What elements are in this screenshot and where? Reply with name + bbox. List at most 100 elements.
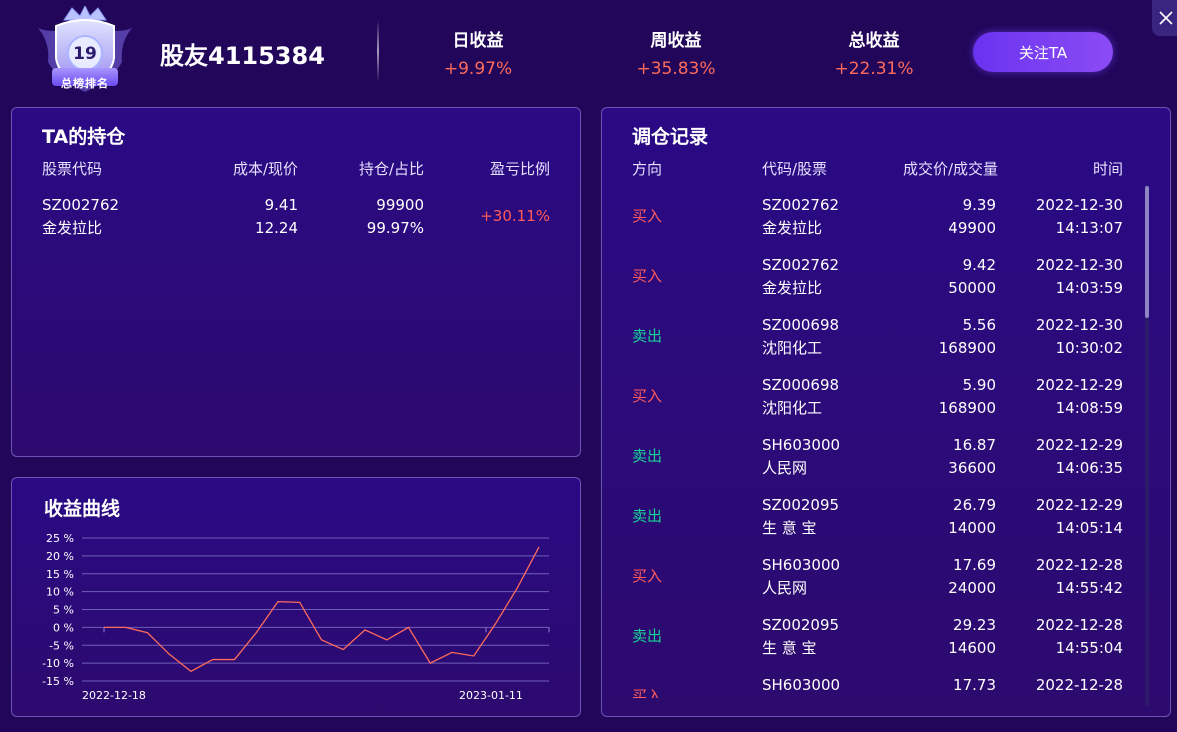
y-tick-label: -10 % xyxy=(42,657,74,670)
trade-row[interactable]: 买入 SH603000 人民网 17.69 24000 2022-12-28 1… xyxy=(602,550,1142,610)
trade-direction: 卖出 xyxy=(632,507,663,525)
y-tick-label: 10 % xyxy=(46,586,74,599)
x-tick-label: 2022-12-18 xyxy=(82,689,146,702)
trade-row[interactable]: 卖出 SZ002095 生 意 宝 26.79 14000 2022-12-29… xyxy=(602,490,1142,550)
trade-price: 17.69 xyxy=(953,556,996,574)
trade-code: SH603000 xyxy=(762,556,841,574)
trade-scrollbar[interactable] xyxy=(1145,186,1149,706)
trade-direction: 卖出 xyxy=(632,327,663,345)
chart-panel: 收益曲线 25 % 20 % 15 % 10 % 5 % 0 % -5 % -10 % -15 … xyxy=(11,477,581,717)
stat-value: +22.31% xyxy=(834,59,914,79)
trade-volume: 24000 xyxy=(948,579,996,597)
holding-price: 12.24 xyxy=(255,219,298,237)
trade-time: 14:06:35 xyxy=(1055,459,1123,477)
x-tick-label: 2023-01-11 xyxy=(459,689,523,702)
follow-button[interactable]: 关注TA xyxy=(973,32,1113,72)
y-tick-label: 25 % xyxy=(46,532,74,545)
col-code-stock: 代码/股票 xyxy=(762,160,828,178)
trade-code: SZ000698 xyxy=(762,316,840,334)
close-icon xyxy=(1159,11,1173,25)
stat-daily: 日收益 +9.97% xyxy=(408,26,548,79)
trade-list[interactable]: 买入 SZ002762 金发拉比 9.39 49900 2022-12-30 1… xyxy=(602,190,1142,698)
trade-date: 2022-12-28 xyxy=(1035,556,1123,574)
profit-chart: 25 % 20 % 15 % 10 % 5 % 0 % -5 % -10 % -15 % 2022… xyxy=(42,532,550,702)
trade-code: SZ002095 xyxy=(762,616,840,634)
holdings-title: TA的持仓 xyxy=(42,126,126,148)
stat-label: 周收益 xyxy=(650,31,702,51)
trade-code: SH603000 xyxy=(762,436,841,454)
trade-name: 沈阳化工 xyxy=(762,339,823,357)
trade-time: 10:30:02 xyxy=(1055,339,1123,357)
trades-panel: 调仓记录 方向 代码/股票 成交价/成交量 时间 买入 SZ002762 金发拉… xyxy=(601,107,1171,717)
trade-direction: 卖出 xyxy=(632,447,663,465)
trade-price: 5.56 xyxy=(962,316,996,334)
trade-date: 2022-12-29 xyxy=(1035,436,1123,454)
close-button[interactable] xyxy=(1152,0,1177,36)
stat-total: 总收益 +22.31% xyxy=(804,26,944,79)
trade-price: 26.79 xyxy=(953,496,996,514)
trade-volume: 14000 xyxy=(948,519,996,537)
stat-weekly: 周收益 +35.83% xyxy=(606,26,746,79)
trade-price: 29.23 xyxy=(953,616,996,634)
trade-row[interactable]: 买入 SH603000 17.73 2022-12-28 xyxy=(602,670,1142,698)
col-cost: 成本/现价 xyxy=(232,160,298,178)
holding-qty: 99900 xyxy=(376,196,424,214)
trade-row[interactable]: 卖出 SH603000 人民网 16.87 36600 2022-12-29 1… xyxy=(602,430,1142,490)
trade-volume: 50000 xyxy=(948,279,996,297)
trade-date: 2022-12-28 xyxy=(1035,676,1123,694)
col-price-volume: 成交价/成交量 xyxy=(902,160,998,178)
holding-pnl: +30.11% xyxy=(480,207,550,225)
trade-direction: 卖出 xyxy=(632,627,663,645)
trade-name: 沈阳化工 xyxy=(762,399,823,417)
trade-time: 14:05:14 xyxy=(1055,519,1123,537)
y-tick-label: -5 % xyxy=(49,639,74,652)
trades-title: 调仓记录 xyxy=(632,126,709,148)
trade-date: 2022-12-28 xyxy=(1035,616,1123,634)
trade-row[interactable]: 卖出 SZ000698 沈阳化工 5.56 168900 2022-12-30 … xyxy=(602,310,1142,370)
trade-date: 2022-12-30 xyxy=(1035,196,1123,214)
trade-name: 金发拉比 xyxy=(762,279,823,297)
trade-time: 14:13:07 xyxy=(1055,219,1123,237)
trade-row[interactable]: 买入 SZ002762 金发拉比 9.39 49900 2022-12-30 1… xyxy=(602,190,1142,250)
trade-direction: 买入 xyxy=(632,567,663,585)
scroll-thumb[interactable] xyxy=(1145,186,1149,318)
col-pnl: 盈亏比例 xyxy=(489,160,550,178)
trade-price: 9.39 xyxy=(962,196,996,214)
trade-direction: 买入 xyxy=(632,387,663,405)
col-time: 时间 xyxy=(1092,160,1123,178)
trade-time: 14:08:59 xyxy=(1055,399,1123,417)
y-tick-label: 5 % xyxy=(53,604,74,617)
trade-volume: 168900 xyxy=(938,399,996,417)
trade-row[interactable]: 卖出 SZ002095 生 意 宝 29.23 14600 2022-12-28… xyxy=(602,610,1142,670)
trade-code: SZ002762 xyxy=(762,196,840,214)
rank-badge: 19 总榜排名 xyxy=(34,6,136,98)
trade-code: SZ002762 xyxy=(762,256,840,274)
y-tick-label: -15 % xyxy=(42,675,74,688)
trade-row[interactable]: 买入 SZ002762 金发拉比 9.42 50000 2022-12-30 1… xyxy=(602,250,1142,310)
trade-code: SZ002095 xyxy=(762,496,840,514)
trade-time: 14:03:59 xyxy=(1055,279,1123,297)
trade-price: 16.87 xyxy=(953,436,996,454)
stat-value: +9.97% xyxy=(443,59,513,79)
trade-row[interactable]: 买入 SZ000698 沈阳化工 5.90 168900 2022-12-29 … xyxy=(602,370,1142,430)
trade-name: 人民网 xyxy=(762,579,808,597)
trade-price: 9.42 xyxy=(962,256,996,274)
trade-name: 生 意 宝 xyxy=(762,639,817,657)
stat-label: 总收益 xyxy=(848,31,900,51)
trade-volume: 36600 xyxy=(948,459,996,477)
trade-code: SZ000698 xyxy=(762,376,840,394)
holding-code: SZ002762 xyxy=(42,196,120,214)
trade-direction: 买入 xyxy=(632,207,663,225)
col-direction: 方向 xyxy=(632,160,663,178)
username: 股友4115384 xyxy=(160,42,325,70)
y-tick-label: 20 % xyxy=(46,550,74,563)
trade-name: 生 意 宝 xyxy=(762,519,817,537)
holding-cost: 9.41 xyxy=(264,196,298,214)
trade-direction: 买入 xyxy=(632,687,663,698)
rank-number: 19 xyxy=(73,44,97,64)
trade-code: SH603000 xyxy=(762,676,841,694)
trade-date: 2022-12-29 xyxy=(1035,376,1123,394)
stat-value: +35.83% xyxy=(636,59,716,79)
trade-price: 5.90 xyxy=(962,376,996,394)
trade-time: 14:55:42 xyxy=(1055,579,1123,597)
